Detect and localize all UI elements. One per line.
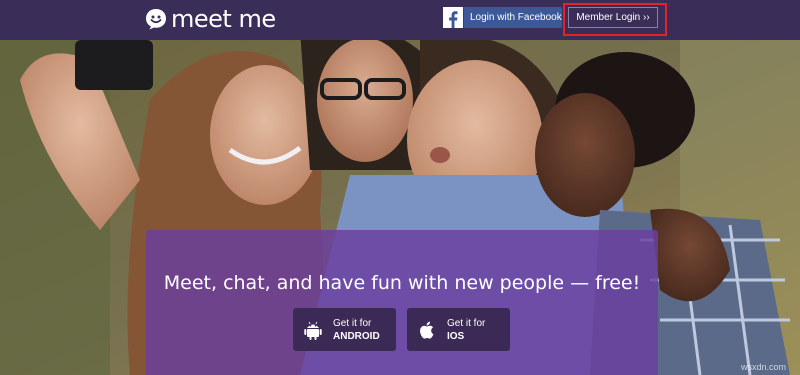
- signup-card: Meet, chat, and have fun with new people…: [146, 230, 658, 375]
- login-with-facebook-button[interactable]: Login with Facebook: [443, 7, 562, 28]
- ios-button-line1: Get it for: [447, 317, 486, 329]
- hero-tagline: Meet, chat, and have fun with new people…: [163, 272, 641, 294]
- meetme-logo[interactable]: meet me: [145, 7, 276, 31]
- android-download-button[interactable]: Get it for ANDROID: [293, 308, 396, 351]
- logo-text: meet me: [171, 5, 276, 33]
- top-nav-bar: meet me Login with Facebook Member Login…: [0, 0, 800, 40]
- facebook-login-label: Login with Facebook: [470, 12, 562, 23]
- ios-download-button[interactable]: Get it for IOS: [407, 308, 510, 351]
- hero-photo: Meet, chat, and have fun with new people…: [0, 40, 800, 375]
- smiley-logo-icon: [146, 9, 166, 30]
- member-login-button[interactable]: Member Login ››: [568, 7, 658, 28]
- android-icon: [304, 321, 322, 340]
- ios-button-line2: IOS: [447, 330, 465, 342]
- android-button-text: Get it for ANDROID: [333, 317, 380, 343]
- facebook-icon: [443, 7, 464, 28]
- android-button-line1: Get it for: [333, 317, 372, 329]
- ios-button-text: Get it for IOS: [447, 317, 485, 343]
- apple-icon: [420, 321, 434, 339]
- android-button-line2: ANDROID: [333, 330, 380, 342]
- watermark-text: wsxdn.com: [741, 362, 787, 372]
